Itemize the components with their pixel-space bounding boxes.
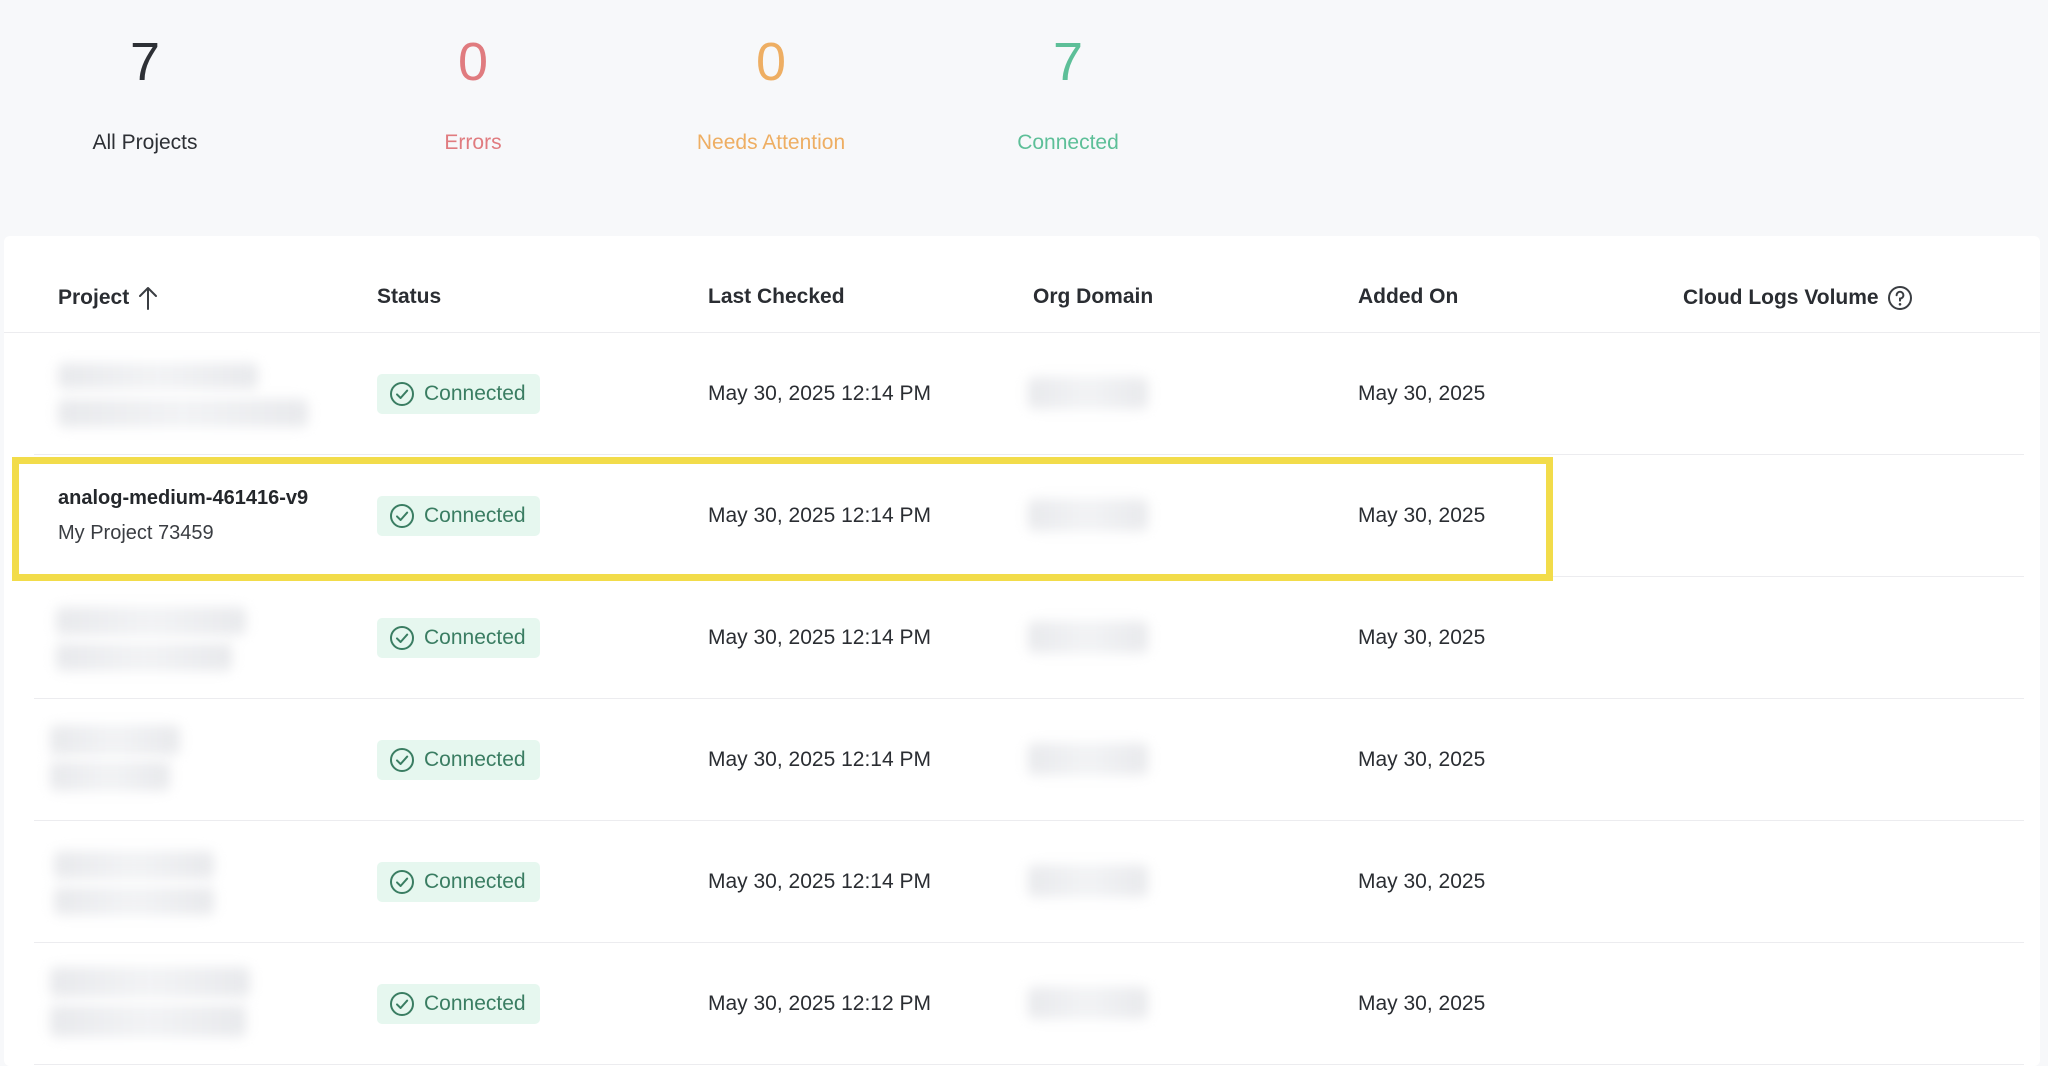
project-cell[interactable] [50,699,358,820]
redacted-project [56,607,246,635]
arrow-up-icon[interactable] [137,285,159,311]
redacted-project [50,967,250,997]
redacted-project [50,1005,246,1037]
highlight-box [12,457,1553,581]
table-row[interactable]: Connected May 30, 2025 12:14 PM May 30, 20… [34,699,2024,821]
last-checked-cell: May 30, 2025 12:14 PM [708,625,931,649]
status-badge-label: Connected [424,869,526,893]
last-checked-cell: May 30, 2025 12:12 PM [708,991,931,1015]
stat-errors-label: Errors [444,131,502,154]
table-row[interactable]: Connected May 30, 2025 12:14 PM May 30, 20… [34,577,2024,699]
column-header-last-checked-label: Last Checked [708,285,845,308]
status-badge-label: Connected [424,747,526,771]
column-header-project-label: Project [58,286,130,309]
org-domain-cell [1028,333,1168,454]
status-badge-label: Connected [424,991,526,1015]
project-cell[interactable] [54,821,358,942]
column-header-org-domain[interactable]: Org Domain [1033,285,1153,309]
added-on-cell: May 30, 2025 [1358,747,1486,771]
stat-needs-attention[interactable]: 0 Needs Attention [621,30,921,155]
status-cell: Connected [377,943,540,1064]
redacted-org-domain [1028,621,1148,653]
table-row[interactable]: Connected May 30, 2025 12:14 PM May 30, 20… [34,333,2024,455]
last-checked-cell: May 30, 2025 12:14 PM [708,747,931,771]
org-domain-cell [1028,821,1168,942]
status-badge-label: Connected [424,625,526,649]
added-on-cell: May 30, 2025 [1358,869,1486,893]
column-header-added-on[interactable]: Added On [1358,285,1458,309]
projects-table: Project Status Last Checked Org Domain A… [4,236,2040,1066]
stat-all-projects-count: 7 [129,32,161,92]
status-badge-label: Connected [424,381,526,405]
added-on-cell: May 30, 2025 [1358,991,1486,1015]
redacted-project [50,761,170,791]
table-row[interactable]: Connected May 30, 2025 12:12 PM May 30, 20… [34,943,2024,1065]
added-on-cell: May 30, 2025 [1358,381,1486,405]
status-cell: Connected [377,333,540,454]
added-on-cell: May 30, 2025 [1358,625,1486,649]
status-badge: Connected [377,617,540,658]
check-circle-icon [390,625,414,650]
stat-connected-label: Connected [1017,131,1119,154]
status-badge: Connected [377,983,540,1024]
column-header-cloud-logs-volume[interactable]: Cloud Logs Volume [1683,285,1913,311]
project-summary-stats: 7 All Projects 0 Errors 0 Needs Attentio… [0,0,2048,235]
check-circle-icon [390,381,414,406]
project-cell[interactable] [56,577,358,698]
stat-all-projects[interactable]: 7 All Projects [0,30,295,155]
status-cell: Connected [377,821,540,942]
check-circle-icon [390,991,414,1016]
status-badge: Connected [377,861,540,902]
project-cell[interactable] [50,943,358,1064]
column-header-last-checked[interactable]: Last Checked [708,285,845,309]
check-circle-icon [390,869,414,894]
last-checked-cell: May 30, 2025 12:14 PM [708,381,931,405]
redacted-project [58,363,258,389]
project-cell[interactable] [58,333,358,454]
redacted-org-domain [1028,987,1148,1019]
stat-connected-count: 7 [1052,32,1084,92]
status-badge: Connected [377,373,540,414]
table-header: Project Status Last Checked Org Domain A… [4,236,2040,333]
column-header-org-domain-label: Org Domain [1033,285,1154,308]
redacted-org-domain [1028,865,1148,897]
redacted-project [56,643,232,671]
redacted-project [50,725,180,755]
redacted-project [54,851,214,879]
check-circle-icon [390,747,414,772]
org-domain-cell [1028,699,1168,820]
stat-connected[interactable]: 7 Connected [918,30,1218,155]
status-badge: Connected [377,739,540,780]
question-circle-icon[interactable] [1887,285,1913,311]
last-checked-cell: May 30, 2025 12:14 PM [708,869,931,893]
stat-errors-count: 0 [457,32,489,92]
stat-errors[interactable]: 0 Errors [323,30,623,155]
column-header-cloud-logs-volume-label: Cloud Logs Volume [1683,286,1879,309]
redacted-project [58,399,308,427]
status-cell: Connected [377,699,540,820]
column-header-status[interactable]: Status [377,285,441,309]
redacted-org-domain [1028,743,1148,775]
table-row[interactable]: Connected May 30, 2025 12:14 PM May 30, 20… [34,821,2024,943]
column-header-project[interactable]: Project [58,285,159,311]
stat-needs-attention-count: 0 [755,32,787,92]
redacted-org-domain [1028,377,1148,409]
org-domain-cell [1028,577,1168,698]
stat-needs-attention-label: Needs Attention [696,131,846,154]
redacted-project [54,887,214,915]
status-cell: Connected [377,577,540,698]
org-domain-cell [1028,943,1168,1064]
column-header-added-on-label: Added On [1358,285,1459,308]
column-header-status-label: Status [377,285,442,308]
stat-all-projects-label: All Projects [92,131,198,154]
